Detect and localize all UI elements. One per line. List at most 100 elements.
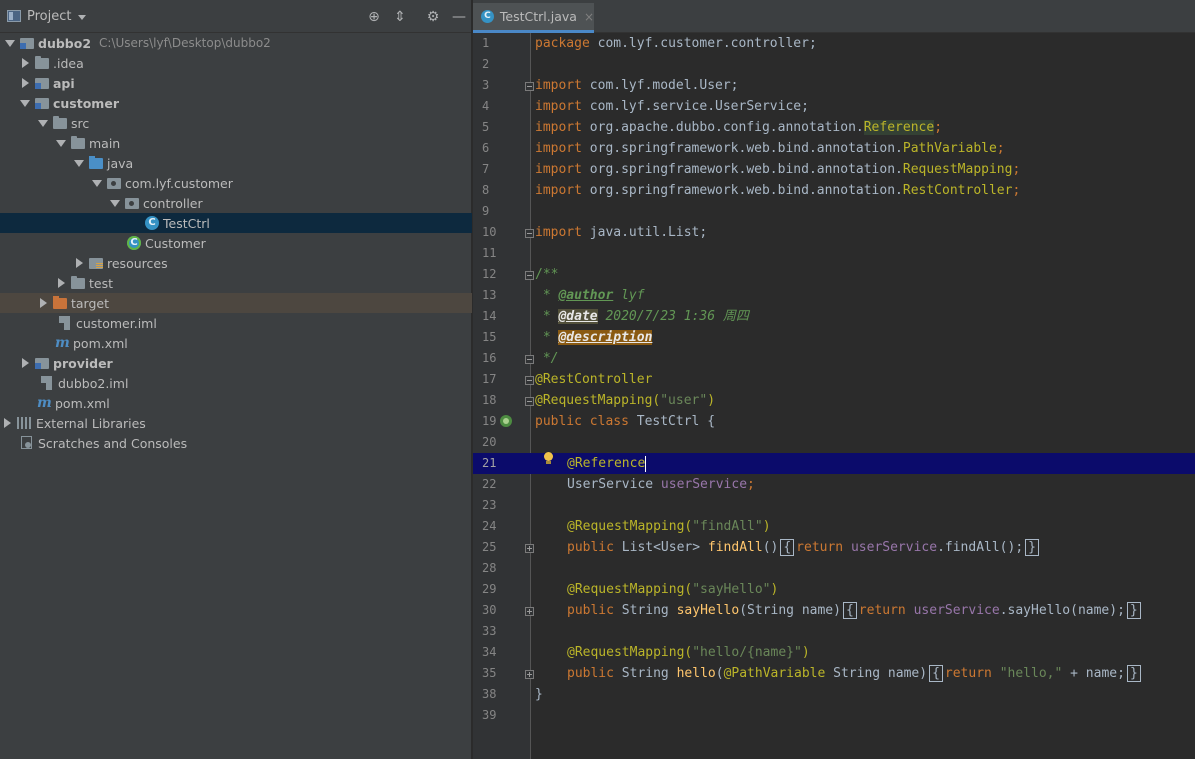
expand-fold-icon[interactable] — [525, 607, 534, 616]
tree-item-idea[interactable]: .idea — [0, 53, 472, 73]
line-number: 38 — [482, 687, 497, 701]
tree-item-dubbo2[interactable]: dubbo2 C:\Users\lyf\Desktop\dubbo2 — [0, 33, 472, 53]
folded-region[interactable]: } — [1126, 665, 1141, 682]
folder-icon — [53, 115, 67, 129]
tree-item-label: pom.xml — [73, 335, 128, 351]
folded-region[interactable]: { — [929, 665, 943, 682]
folder-icon — [71, 275, 85, 289]
line-number: 28 — [482, 561, 497, 575]
expand-arrow-icon[interactable] — [4, 37, 16, 49]
spring-bean-icon[interactable] — [500, 415, 512, 427]
tree-item-dubbo2-pom[interactable]: m pom.xml — [0, 393, 472, 413]
collapse-arrow-icon[interactable] — [19, 77, 31, 89]
fold-marker-icon[interactable] — [525, 397, 534, 406]
collapse-arrow-icon[interactable] — [73, 257, 85, 269]
package-icon — [107, 177, 121, 189]
expand-arrow-icon[interactable] — [73, 157, 85, 169]
close-icon[interactable]: × — [584, 10, 594, 24]
excluded-folder-icon — [53, 295, 67, 309]
fold-marker-icon[interactable] — [525, 82, 534, 91]
tree-item-customer-class[interactable]: C Customer — [0, 233, 472, 253]
tree-item-label: customer.iml — [76, 315, 157, 331]
tree-item-controller[interactable]: controller — [0, 193, 472, 213]
chevron-down-icon[interactable] — [78, 14, 87, 20]
fold-marker-icon[interactable] — [525, 271, 534, 280]
lightbulb-icon[interactable] — [543, 452, 553, 465]
collapse-all-icon[interactable]: ⇕ — [392, 9, 408, 25]
text-caret — [645, 455, 647, 472]
code-line: import com.lyf.service.UserService; — [535, 99, 809, 114]
code-line: } — [535, 687, 543, 702]
collapse-arrow-icon[interactable] — [19, 57, 31, 69]
collapse-arrow-icon[interactable] — [37, 297, 49, 309]
code-line-current: @Reference — [567, 455, 647, 472]
tree-item-customer-iml[interactable]: customer.iml — [0, 313, 472, 333]
tree-item-label: pom.xml — [55, 395, 110, 411]
line-number: 11 — [482, 246, 497, 260]
tree-item-label: com.lyf.customer — [125, 175, 233, 191]
expand-fold-icon[interactable] — [525, 670, 534, 679]
fold-marker-icon[interactable] — [525, 355, 534, 364]
line-number: 17 — [482, 372, 497, 386]
collapse-arrow-icon[interactable] — [1, 417, 13, 429]
line-number: 6 — [482, 141, 490, 155]
fold-marker-icon[interactable] — [525, 376, 534, 385]
line-number: 5 — [482, 120, 490, 134]
line-number: 14 — [482, 309, 497, 323]
expand-arrow-icon[interactable] — [37, 117, 49, 129]
expand-arrow-icon[interactable] — [91, 177, 103, 189]
line-number: 18 — [482, 393, 497, 407]
project-panel-header: Project ⊕ ⇕ ⚙ — — [0, 0, 471, 33]
code-line: import org.springframework.web.bind.anno… — [535, 162, 1021, 177]
tree-item-label: api — [53, 75, 75, 91]
tree-item-main[interactable]: main — [0, 133, 472, 153]
folded-region[interactable]: { — [842, 602, 857, 619]
gear-icon[interactable]: ⚙ — [425, 9, 441, 25]
tree-item-customer-pom[interactable]: m pom.xml — [0, 333, 472, 353]
locate-file-icon[interactable]: ⊕ — [366, 9, 382, 25]
collapse-arrow-icon[interactable] — [19, 357, 31, 369]
code-line: public class TestCtrl { — [535, 414, 716, 429]
expand-arrow-icon[interactable] — [19, 97, 31, 109]
maven-icon: m — [55, 335, 70, 351]
tab-testctrl-java[interactable]: C TestCtrl.java × — [473, 3, 594, 33]
collapse-arrow-icon[interactable] — [55, 277, 67, 289]
fold-marker-icon[interactable] — [525, 229, 534, 238]
tree-item-label: src — [71, 115, 90, 131]
tree-item-package-customer[interactable]: com.lyf.customer — [0, 173, 472, 193]
module-folder-icon — [35, 97, 49, 109]
expand-fold-icon[interactable] — [525, 544, 534, 553]
folded-region[interactable]: { — [780, 539, 795, 556]
code-line: */ — [535, 351, 559, 366]
tree-item-external-libraries[interactable]: External Libraries — [0, 413, 472, 433]
resources-folder-icon — [89, 257, 103, 269]
expand-arrow-icon[interactable] — [109, 197, 121, 209]
tree-item-target[interactable]: target — [0, 293, 472, 313]
project-view-selector[interactable]: Project — [27, 9, 71, 24]
tree-item-resources[interactable]: resources — [0, 253, 472, 273]
code-editor: C TestCtrl.java × 1 2 3 4 5 6 7 8 9 10 1… — [473, 0, 1195, 759]
tree-item-label: dubbo2.iml — [58, 375, 129, 391]
tree-item-test[interactable]: test — [0, 273, 472, 293]
folded-region[interactable]: } — [1025, 539, 1039, 556]
line-number: 15 — [482, 330, 497, 344]
tree-item-provider[interactable]: provider — [0, 353, 472, 373]
line-number: 4 — [482, 99, 490, 113]
line-number: 9 — [482, 204, 490, 218]
tree-item-api[interactable]: api — [0, 73, 472, 93]
code-line: @RestController — [535, 372, 653, 387]
line-number: 12 — [482, 267, 497, 281]
hide-panel-icon[interactable]: — — [451, 9, 467, 25]
expand-arrow-icon[interactable] — [55, 137, 67, 149]
tree-item-scratches[interactable]: Scratches and Consoles — [0, 433, 472, 453]
tab-label: TestCtrl.java — [499, 9, 577, 24]
tree-item-src[interactable]: src — [0, 113, 472, 133]
code-line: /** — [535, 267, 559, 282]
tree-item-java[interactable]: java — [0, 153, 472, 173]
line-number: 7 — [482, 162, 490, 176]
tree-item-customer[interactable]: customer — [0, 93, 472, 113]
scratches-icon — [19, 436, 33, 450]
folded-region[interactable]: } — [1126, 602, 1141, 619]
tree-item-dubbo2-iml[interactable]: dubbo2.iml — [0, 373, 472, 393]
tree-item-testctrl[interactable]: C TestCtrl — [0, 213, 472, 233]
